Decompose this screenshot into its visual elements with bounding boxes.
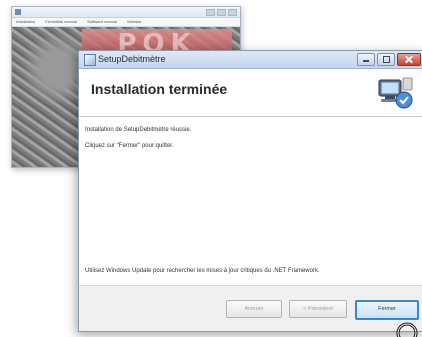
menu-item[interactable]: Website bbox=[127, 18, 141, 26]
instruction-message: Cliquez sur "Fermer" pour quitter. bbox=[85, 143, 174, 149]
installer-icon bbox=[84, 54, 96, 66]
success-message: Installation de SetupDebitmètre réussie. bbox=[85, 127, 192, 133]
menu-item[interactable]: Software manual bbox=[87, 18, 117, 26]
update-message: Utilisez Windows Update pour rechercher … bbox=[85, 268, 320, 274]
menu-item[interactable]: Flexibilitat manual bbox=[45, 18, 77, 26]
background-menubar: Installation Flexibilitat manual Softwar… bbox=[12, 18, 240, 27]
menu-item[interactable]: Installation bbox=[16, 18, 35, 26]
close-icon[interactable] bbox=[228, 9, 237, 16]
minimize-icon[interactable] bbox=[206, 9, 215, 16]
dialog-titlebar[interactable]: SetupDebitmètre bbox=[79, 51, 422, 69]
background-window-titlebar bbox=[12, 7, 240, 18]
mouse-pointer-icon bbox=[396, 322, 418, 337]
cancel-button[interactable]: Annuler bbox=[226, 300, 282, 318]
maximize-icon[interactable] bbox=[217, 9, 226, 16]
page-title: Installation terminée bbox=[91, 81, 228, 97]
dialog-title: SetupDebitmètre bbox=[98, 54, 166, 64]
maximize-button[interactable] bbox=[377, 53, 395, 66]
computer-setup-icon bbox=[378, 77, 413, 109]
dialog-header: Installation terminée bbox=[79, 69, 422, 117]
background-window-controls bbox=[206, 9, 237, 16]
window-controls bbox=[357, 53, 421, 66]
app-icon bbox=[15, 9, 21, 15]
dialog-footer: Annuler < Précédent Fermer bbox=[79, 285, 422, 331]
minimize-button[interactable] bbox=[357, 53, 375, 66]
installer-dialog: SetupDebitmètre Installation terminée In… bbox=[78, 50, 422, 337]
close-window-button[interactable] bbox=[397, 53, 421, 66]
previous-button[interactable]: < Précédent bbox=[289, 300, 347, 318]
